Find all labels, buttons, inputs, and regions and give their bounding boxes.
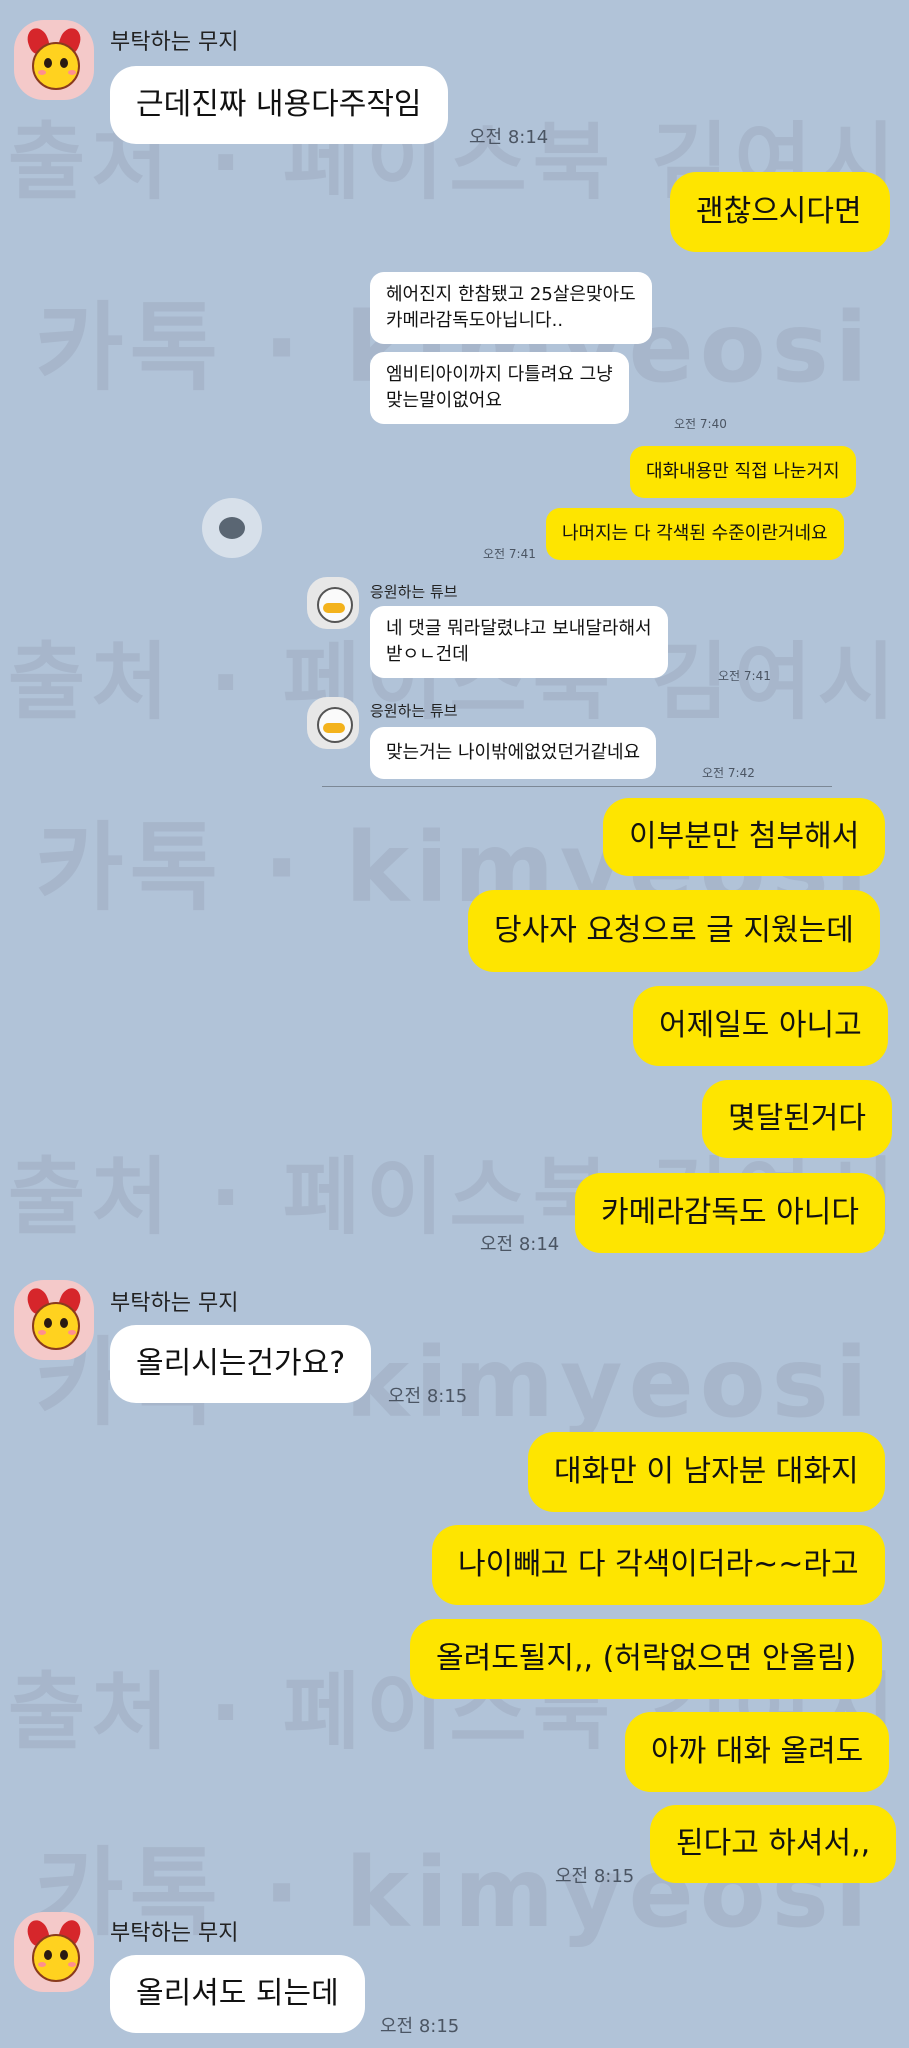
my-message-bubble[interactable]: 어제일도 아니고 <box>633 986 888 1066</box>
embedded-text: 네 댓글 뭐라달렸냐고 보내달라해서 <box>386 618 652 639</box>
message-time: 오전 8:15 <box>555 1866 635 1887</box>
message-time: 오전 8:15 <box>388 1386 468 1407</box>
embedded-my-message: 대화내용만 직접 나눈거지 <box>630 446 856 498</box>
my-message-bubble[interactable]: 이부분만 첨부해서 <box>603 798 886 876</box>
my-message-bubble[interactable]: 아까 대화 올려도 <box>625 1712 890 1792</box>
my-message-bubble[interactable]: 카메라감독도 아니다 <box>575 1173 885 1253</box>
message-time: 오전 8:14 <box>469 127 549 148</box>
embedded-sender: 응원하는 튜브 <box>370 583 458 601</box>
embedded-text: 엠비티아이까지 다틀려요 그냥 <box>386 364 613 385</box>
message-time: 오전 8:15 <box>380 2016 460 2037</box>
muzi-avatar[interactable] <box>14 1280 94 1360</box>
muzi-avatar[interactable] <box>14 1912 94 1992</box>
embedded-time: 오전 7:40 <box>674 417 727 431</box>
chat-bubble-icon <box>202 498 262 558</box>
sender-name: 부탁하는 무지 <box>110 1921 239 1946</box>
embedded-time: 오전 7:41 <box>718 669 771 683</box>
my-message-bubble[interactable]: 괜찮으시다면 <box>670 172 890 252</box>
message-bubble[interactable]: 올리시는건가요? <box>110 1325 372 1403</box>
my-message-bubble[interactable]: 올려도될지,, (허락없으면 안올림) <box>410 1619 883 1699</box>
my-message-bubble[interactable]: 당사자 요청으로 글 지웠는데 <box>468 890 880 972</box>
embedded-message: 헤어진지 한참됐고 25살은맞아도 카메라감독도아닙니다.. <box>370 272 652 344</box>
my-message-bubble[interactable]: 몇달된거다 <box>702 1080 892 1158</box>
embedded-message: 엠비티아이까지 다틀려요 그냥 맞는말이없어요 <box>370 352 629 424</box>
my-message-bubble[interactable]: 된다고 하셔서,, <box>650 1805 897 1883</box>
embedded-text: 맞는말이없어요 <box>386 390 502 411</box>
embedded-time: 오전 7:41 <box>483 547 536 561</box>
divider <box>322 786 832 787</box>
tube-avatar <box>307 577 359 629</box>
embedded-text: 카메라감독도아닙니다.. <box>386 310 564 331</box>
message-bubble[interactable]: 근데진짜 내용다주작임 <box>110 66 448 144</box>
my-message-bubble[interactable]: 나이빼고 다 각색이더라~~라고 <box>432 1525 885 1605</box>
embedded-text: 받ㅇㄴ건데 <box>386 644 469 665</box>
tube-avatar <box>307 697 359 749</box>
my-message-bubble[interactable]: 대화만 이 남자분 대화지 <box>528 1432 885 1512</box>
message-bubble[interactable]: 올리셔도 되는데 <box>110 1955 365 2033</box>
sender-name: 부탁하는 무지 <box>110 1291 239 1316</box>
embedded-text: 헤어진지 한참됐고 25살은맞아도 <box>386 284 636 305</box>
embedded-time: 오전 7:42 <box>702 766 755 780</box>
embedded-sender: 응원하는 튜브 <box>370 702 458 720</box>
sender-name: 부탁하는 무지 <box>110 30 239 55</box>
embedded-my-message: 나머지는 다 각색된 수준이란거네요 <box>546 508 844 560</box>
muzi-avatar[interactable] <box>14 20 94 100</box>
embedded-message: 맞는거는 나이밖에없었던거같네요 <box>370 727 657 779</box>
embedded-message: 네 댓글 뭐라달렸냐고 보내달라해서 받ㅇㄴ건데 <box>370 606 668 678</box>
message-time: 오전 8:14 <box>480 1234 560 1255</box>
